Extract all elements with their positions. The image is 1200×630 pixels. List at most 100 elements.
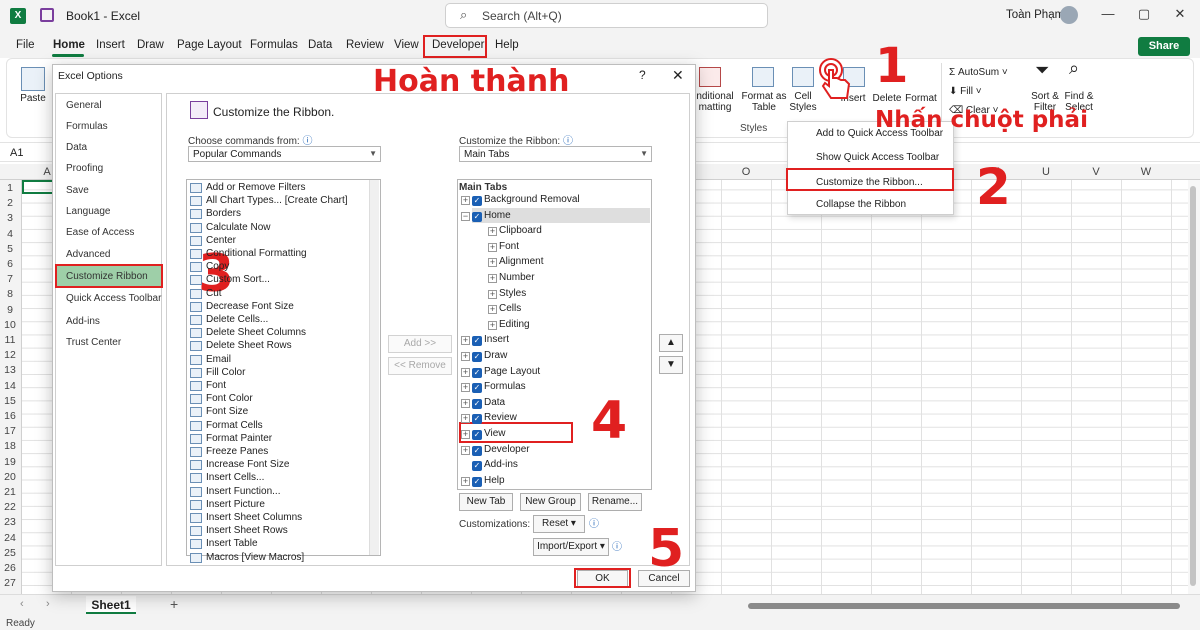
conditional-formatting-button[interactable]: nditional matting (693, 91, 737, 113)
tree-group-item[interactable]: Cells (499, 303, 521, 314)
tree-group-item[interactable]: Clipboard (499, 225, 542, 236)
checkbox-checked-icon[interactable]: ✓ (472, 352, 482, 362)
remove-button[interactable]: << Remove (388, 357, 452, 375)
dialog-close-icon[interactable]: ✕ (672, 67, 684, 84)
rename-button[interactable]: Rename... (588, 493, 642, 511)
command-item[interactable]: Format Painter (206, 433, 272, 444)
command-item[interactable]: Insert Sheet Rows (206, 525, 288, 536)
row-header[interactable]: 21 (0, 486, 20, 498)
expand-icon[interactable]: + (461, 336, 470, 346)
column-header[interactable]: W (1136, 166, 1156, 178)
row-header[interactable]: 14 (0, 380, 20, 392)
move-up-button[interactable]: ▲ (659, 334, 683, 352)
command-item[interactable]: Decrease Font Size (206, 301, 294, 312)
command-item[interactable]: Borders (206, 208, 241, 219)
tree-tab-item[interactable]: Data (484, 397, 505, 408)
nav-item[interactable]: General (66, 100, 102, 111)
row-header[interactable]: 1 (0, 182, 20, 194)
command-item[interactable]: Format Cells (206, 420, 263, 431)
row-header[interactable]: 13 (0, 364, 20, 376)
delete-cells-button[interactable]: Delete (869, 93, 905, 104)
checkbox-checked-icon[interactable]: ✓ (472, 336, 482, 347)
command-item[interactable]: Cut (206, 288, 222, 299)
command-item[interactable]: Add or Remove Filters (206, 182, 305, 193)
tree-group-item[interactable]: Number (499, 272, 535, 283)
tree-group-item[interactable]: Font (499, 241, 519, 252)
expand-icon[interactable]: + (488, 242, 497, 252)
add-sheet-icon[interactable]: + (170, 596, 178, 612)
minimize-button[interactable]: — (1098, 6, 1118, 21)
choose-commands-select[interactable]: Popular Commands ▼ (188, 146, 381, 162)
tree-group-item[interactable]: Editing (499, 319, 530, 330)
command-item[interactable]: Delete Cells... (206, 314, 268, 325)
command-item[interactable]: Insert Function... (206, 486, 280, 497)
row-header[interactable]: 8 (0, 288, 20, 300)
nav-item[interactable]: Proofing (66, 163, 103, 174)
name-box[interactable]: A1 (6, 145, 52, 161)
nav-item[interactable]: Quick Access Toolbar (66, 293, 161, 304)
commands-scrollbar[interactable] (369, 180, 379, 555)
tree-group-item[interactable]: Alignment (499, 256, 543, 267)
expand-icon[interactable]: + (461, 476, 470, 486)
save-icon[interactable] (40, 8, 54, 22)
checkbox-checked-icon[interactable]: ✓ (472, 383, 482, 394)
menu-home[interactable]: Home (53, 39, 85, 51)
customize-ribbon-select[interactable]: Main Tabs ▼ (459, 146, 652, 162)
nav-item[interactable]: Language (66, 206, 111, 217)
row-header[interactable]: 17 (0, 425, 20, 437)
column-header[interactable]: U (1036, 166, 1056, 178)
menu-help[interactable]: Help (495, 39, 519, 51)
row-header[interactable]: 4 (0, 228, 20, 240)
command-item[interactable]: Insert Table (206, 538, 258, 549)
expand-icon[interactable]: + (488, 320, 497, 330)
row-header[interactable]: 7 (0, 273, 20, 285)
checkbox-checked-icon[interactable]: ✓ (472, 367, 482, 378)
nav-item[interactable]: Advanced (66, 249, 110, 260)
close-button[interactable]: ✕ (1170, 6, 1190, 22)
command-item[interactable]: Macros [View Macros] (206, 552, 304, 563)
row-header[interactable]: 27 (0, 577, 20, 589)
command-item[interactable]: Custom Sort... (206, 274, 270, 285)
row-header[interactable]: 9 (0, 304, 20, 316)
menu-view[interactable]: View (394, 39, 419, 51)
expand-icon[interactable]: + (461, 352, 470, 361)
expand-icon[interactable]: + (461, 196, 470, 205)
ctx-collapse-ribbon[interactable]: Collapse the Ribbon (816, 199, 906, 210)
nav-item[interactable]: Data (66, 142, 87, 153)
column-header[interactable]: O (736, 166, 756, 178)
row-header[interactable]: 26 (0, 562, 20, 574)
checkbox-checked-icon[interactable]: ✓ (472, 398, 482, 409)
command-item[interactable]: All Chart Types... [Create Chart] (206, 195, 348, 206)
import-export-button[interactable]: Import/Export ▾ (533, 538, 609, 556)
menu-file[interactable]: File (16, 39, 35, 51)
nav-item[interactable]: Save (66, 185, 89, 196)
reset-button[interactable]: Reset ▾ (533, 515, 585, 533)
nav-item[interactable]: Trust Center (66, 337, 121, 348)
command-item[interactable]: Calculate Now (206, 222, 270, 233)
row-header[interactable]: 20 (0, 471, 20, 483)
row-header[interactable]: 16 (0, 410, 20, 422)
expand-icon[interactable]: − (461, 211, 470, 221)
menu-review[interactable]: Review (346, 39, 384, 51)
sheet-tab-sheet1[interactable]: Sheet1 (86, 596, 136, 614)
next-sheet-icon[interactable]: › (46, 598, 50, 610)
tree-group-item[interactable]: Styles (499, 288, 526, 299)
help-icon[interactable]: ? (639, 68, 646, 82)
expand-icon[interactable]: + (488, 258, 497, 268)
tree-tab-item[interactable]: Page Layout (484, 366, 540, 377)
command-item[interactable]: Font Size (206, 406, 248, 417)
command-item[interactable]: Freeze Panes (206, 446, 268, 457)
nav-item[interactable]: Ease of Access (66, 227, 134, 238)
expand-icon[interactable]: + (488, 305, 497, 315)
expand-icon[interactable]: + (461, 445, 470, 455)
expand-icon[interactable]: + (461, 398, 470, 408)
command-item[interactable]: Insert Picture (206, 499, 265, 510)
add-button[interactable]: Add >> (388, 335, 452, 353)
expand-icon[interactable]: + (461, 383, 470, 393)
checkbox-checked-icon[interactable]: ✓ (472, 461, 482, 472)
tree-tab-item[interactable]: Developer (484, 444, 530, 455)
row-header[interactable]: 25 (0, 547, 20, 559)
command-item[interactable]: Font (206, 380, 226, 391)
command-item[interactable]: Insert Cells... (206, 472, 264, 483)
row-header[interactable]: 23 (0, 516, 20, 528)
